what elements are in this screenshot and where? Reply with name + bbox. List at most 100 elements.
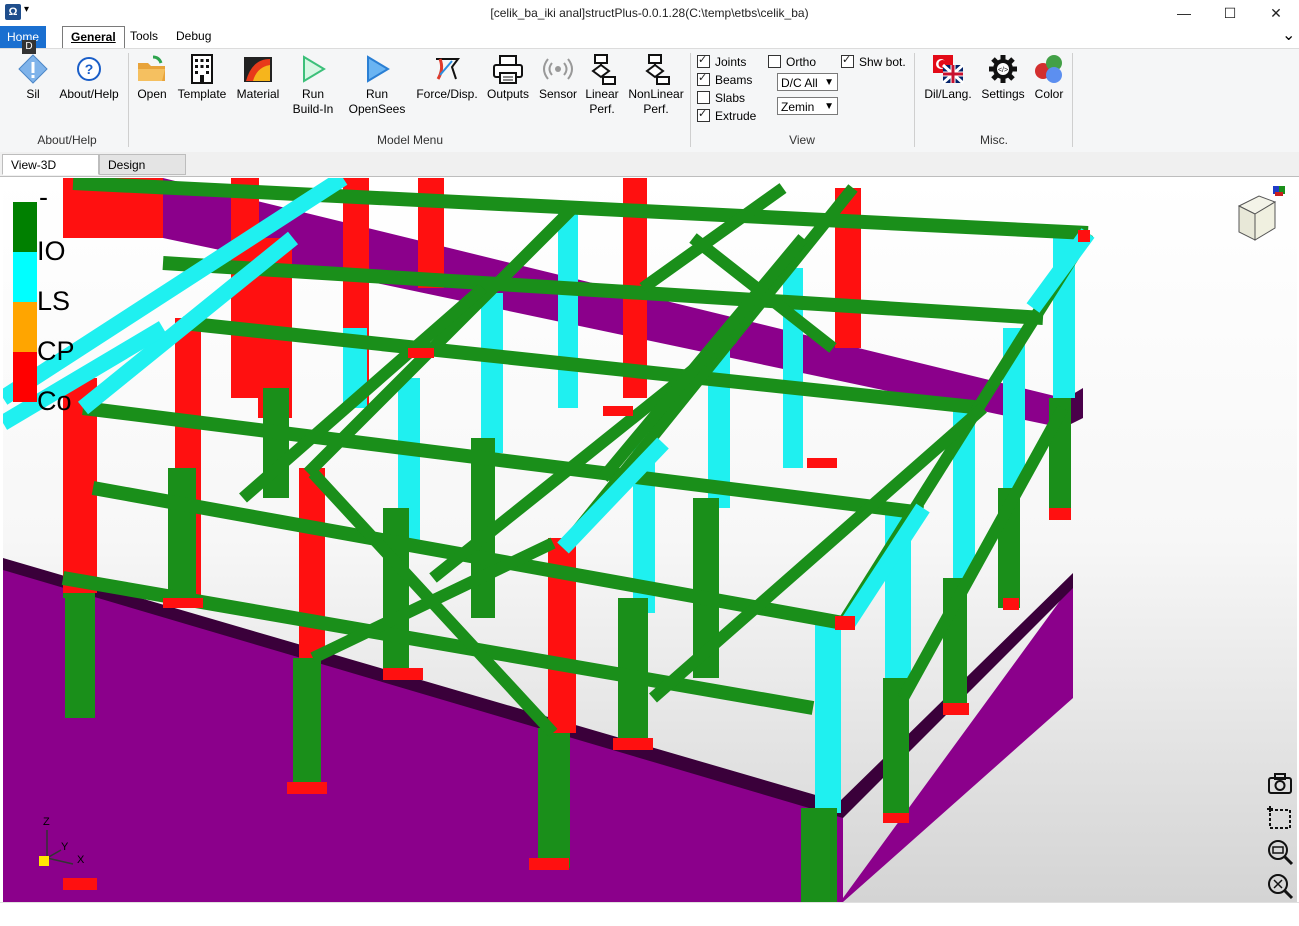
status-bar bbox=[0, 902, 1299, 926]
close-button[interactable]: ✕ bbox=[1253, 0, 1299, 26]
column-green bbox=[293, 658, 321, 788]
column-green bbox=[538, 728, 570, 868]
zoom-out-icon[interactable] bbox=[1266, 838, 1294, 866]
sensor-button[interactable]: Sensor bbox=[536, 53, 580, 102]
extrude-label: Extrude bbox=[715, 109, 757, 123]
open-button[interactable]: Open bbox=[134, 53, 170, 102]
outputs-button[interactable]: Outputs bbox=[484, 53, 532, 102]
joints-label: Joints bbox=[715, 55, 747, 69]
about-group-label: About/Help bbox=[37, 133, 97, 147]
checkbox-box[interactable] bbox=[697, 53, 710, 68]
group-divider bbox=[128, 53, 129, 147]
linear-perf-label-2: Perf. bbox=[589, 102, 615, 116]
checkbox-box[interactable] bbox=[841, 53, 854, 68]
nonlinear-perf-label-2: Perf. bbox=[643, 102, 669, 116]
play-blue-icon bbox=[360, 53, 394, 85]
color-label: Color bbox=[1034, 87, 1064, 101]
floor-select[interactable]: Zemin ▼ bbox=[777, 97, 838, 115]
flowchart-icon bbox=[585, 53, 619, 85]
tab-design[interactable]: Design bbox=[99, 154, 186, 175]
force-disp-button[interactable]: Force/Disp. bbox=[414, 53, 480, 102]
settings-label: Settings bbox=[981, 87, 1025, 101]
about-help-label: About/Help bbox=[59, 87, 119, 101]
ribbon-collapse-icon[interactable]: ⌄ bbox=[1274, 26, 1299, 48]
column-cyan bbox=[558, 208, 578, 408]
about-help-button[interactable]: ? About/Help bbox=[56, 53, 122, 102]
checkbox-box[interactable] bbox=[697, 91, 710, 104]
tab-view-3d[interactable]: View-3D bbox=[2, 154, 99, 175]
linear-perf-button[interactable]: Linear Perf. bbox=[582, 53, 622, 117]
nonlinear-perf-button[interactable]: NonLinear Perf. bbox=[626, 53, 686, 117]
printer-icon bbox=[491, 53, 525, 85]
tab-debug[interactable]: Debug bbox=[168, 26, 219, 48]
outputs-label: Outputs bbox=[486, 87, 530, 101]
tab-general[interactable]: General bbox=[62, 26, 125, 48]
run-opensees-label-2: OpenSees bbox=[348, 102, 406, 116]
model-group-label: Model Menu bbox=[376, 133, 444, 147]
view-cube[interactable] bbox=[1233, 184, 1293, 242]
run-buildin-button[interactable]: Run Build-In bbox=[288, 53, 338, 117]
document-tabs: View-3D Design bbox=[0, 152, 1299, 177]
view-cube-icon[interactable] bbox=[1233, 184, 1293, 242]
language-flag-icon bbox=[931, 53, 965, 85]
open-label: Open bbox=[137, 87, 167, 101]
material-label: Material bbox=[236, 87, 280, 101]
axis-triad: Z Y X bbox=[29, 814, 99, 874]
language-button[interactable]: Dil/Lang. bbox=[922, 53, 974, 102]
axis-z-label: Z bbox=[43, 816, 50, 828]
linear-perf-label-1: Linear bbox=[585, 87, 619, 101]
settings-button[interactable]: </> Settings bbox=[980, 53, 1026, 102]
ribbon: Sil ? About/Help About/Help Open Templat… bbox=[0, 48, 1299, 154]
column-green bbox=[65, 588, 95, 718]
zoom-extents-icon[interactable] bbox=[1266, 872, 1294, 900]
legend-swatch-orange bbox=[13, 302, 37, 352]
legend-label: Co bbox=[37, 386, 72, 416]
slabs-label: Slabs bbox=[715, 91, 746, 105]
joints-checkbox[interactable]: Joints bbox=[697, 53, 747, 69]
shw-bot-label: Shw bot. bbox=[859, 55, 906, 69]
tab-tools[interactable]: Tools bbox=[122, 26, 166, 48]
misc-group-label: Misc. bbox=[980, 133, 1008, 147]
view-3d-canvas[interactable]: - IO LS CP Co Z Y X bbox=[3, 178, 1297, 902]
sil-label: Sil bbox=[26, 87, 40, 101]
legend-label: IO bbox=[37, 236, 66, 266]
template-button[interactable]: Template bbox=[174, 53, 230, 102]
minimize-button[interactable]: — bbox=[1161, 0, 1207, 26]
force-displacement-icon bbox=[430, 53, 464, 85]
column-green bbox=[801, 808, 837, 902]
gear-icon: </> bbox=[986, 53, 1020, 85]
run-buildin-label-2: Build-In bbox=[292, 102, 334, 116]
flowchart-nonlinear-icon bbox=[639, 53, 673, 85]
axis-x-label: X bbox=[77, 854, 85, 866]
group-divider bbox=[1072, 53, 1073, 147]
checkbox-box[interactable] bbox=[697, 107, 710, 122]
run-buildin-label-1: Run bbox=[301, 87, 324, 101]
legend-swatch-cyan bbox=[13, 252, 37, 302]
material-chart-icon bbox=[241, 53, 275, 85]
sil-button[interactable]: Sil bbox=[12, 53, 54, 102]
dc-select[interactable]: D/C All ▼ bbox=[777, 73, 838, 91]
material-button[interactable]: Material bbox=[234, 53, 282, 102]
slabs-checkbox[interactable]: Slabs bbox=[697, 91, 745, 105]
run-opensees-button[interactable]: Run OpenSees bbox=[346, 53, 408, 117]
sensor-label: Sensor bbox=[538, 87, 578, 101]
warning-diamond-icon bbox=[16, 53, 50, 85]
window-title: [celik_ba_iki anal]structPlus-0.0.1.28(C… bbox=[490, 6, 809, 20]
beams-checkbox[interactable]: Beams bbox=[697, 71, 752, 87]
title-bar: Ω ▾ [celik_ba_iki anal]structPlus-0.0.1.… bbox=[0, 0, 1299, 27]
zoom-window-icon[interactable] bbox=[1266, 804, 1294, 832]
checkbox-box[interactable] bbox=[697, 71, 710, 86]
ortho-checkbox[interactable]: Ortho bbox=[768, 55, 816, 69]
sensor-signal-icon bbox=[541, 53, 575, 85]
extrude-checkbox[interactable]: Extrude bbox=[697, 107, 757, 123]
structure-model[interactable] bbox=[3, 178, 1297, 902]
keytip-badge: D bbox=[22, 40, 36, 54]
language-label: Dil/Lang. bbox=[924, 87, 972, 101]
help-question-icon: ? bbox=[72, 53, 106, 85]
template-label: Template bbox=[177, 87, 227, 101]
checkbox-box[interactable] bbox=[768, 55, 781, 68]
color-button[interactable]: Color bbox=[1030, 53, 1068, 102]
shw-bot-checkbox[interactable]: Shw bot. bbox=[841, 53, 906, 69]
camera-icon[interactable] bbox=[1266, 770, 1294, 798]
maximize-button[interactable]: ☐ bbox=[1207, 0, 1253, 26]
